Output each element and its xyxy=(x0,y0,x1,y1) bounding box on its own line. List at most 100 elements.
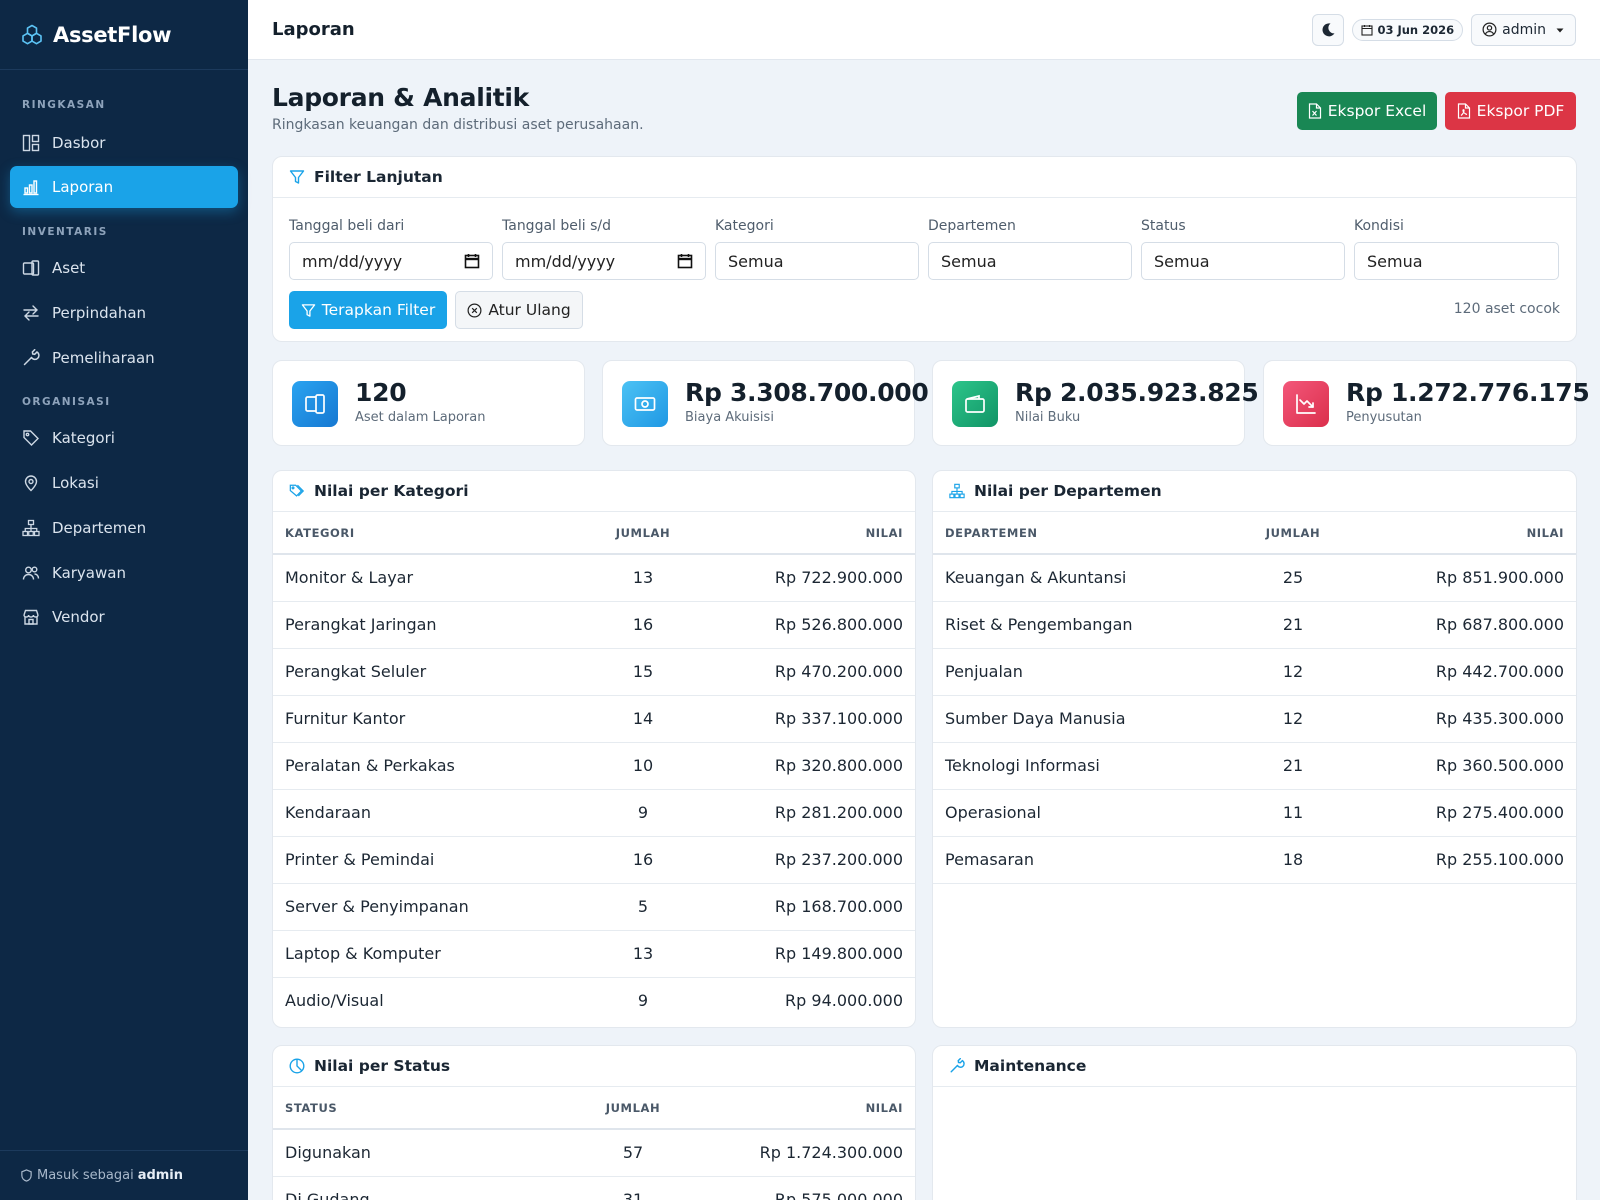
wrench-icon xyxy=(22,349,40,367)
maintenance-card: Maintenance xyxy=(932,1045,1577,1200)
page-title: Laporan & Analitik xyxy=(272,83,529,112)
cell-count: 25 xyxy=(1203,554,1383,602)
calendar-icon xyxy=(1361,24,1374,36)
devices-icon xyxy=(22,259,40,277)
export-excel-label: Ekspor Excel xyxy=(1327,102,1427,120)
status-card-header: Nilai per Status xyxy=(273,1046,915,1087)
stat-card-depreciation: Rp 1.272.776.175 Penyusutan xyxy=(1263,360,1590,446)
export-pdf-button[interactable]: Ekspor PDF xyxy=(1445,92,1576,130)
table-row: Server & Penyimpanan 5 Rp 168.700.000 xyxy=(273,883,915,931)
moon-icon xyxy=(1322,22,1335,36)
cell-category: Peralatan & Perkakas xyxy=(273,742,543,790)
cell-count: 16 xyxy=(543,601,743,649)
cell-value: Rp 1.724.300.000 xyxy=(723,1129,915,1177)
cell-department: Penjualan xyxy=(933,648,1203,696)
apply-filter-button[interactable]: Terapkan Filter xyxy=(289,291,447,329)
bar-chart-icon xyxy=(22,178,40,196)
cell-department: Operasional xyxy=(933,789,1203,837)
reset-filter-label: Atur Ulang xyxy=(488,301,571,319)
cell-value: Rp 94.000.000 xyxy=(785,991,903,1011)
wrench-icon xyxy=(949,1058,965,1074)
cell-count: 10 xyxy=(543,742,743,790)
cell-count: 5 xyxy=(543,883,743,931)
date-from-input[interactable]: mm/dd/yyyy xyxy=(289,242,493,280)
cell-count: 14 xyxy=(543,695,743,743)
filter-card-header: Filter Lanjutan xyxy=(273,157,1576,198)
stat-wallet-icon xyxy=(952,381,998,427)
sidebar-item-maintenance[interactable]: Pemeliharaan xyxy=(10,337,238,379)
cell-category: Furnitur Kantor xyxy=(273,695,543,743)
pie-chart-icon xyxy=(289,1058,305,1074)
file-pdf-icon xyxy=(1457,103,1470,119)
cell-category: Perangkat Jaringan xyxy=(273,601,543,649)
table-row: Monitor & Layar 13 Rp 722.900.000 xyxy=(273,554,915,602)
sidebar-item-label: Laporan xyxy=(52,178,114,196)
table-row: Furnitur Kantor 14 Rp 337.100.000 xyxy=(273,695,915,743)
sidebar: AssetFlow RINGKASAN Dasbor Laporan INVEN… xyxy=(0,0,248,1200)
column-header: JUMLAH xyxy=(543,1087,723,1130)
sidebar-item-label: Departemen xyxy=(52,519,147,537)
nav-section-inventory: INVENTARIS xyxy=(22,226,108,238)
category-select[interactable]: Semua xyxy=(715,242,919,280)
sidebar-item-transfers[interactable]: Perpindahan xyxy=(10,292,238,334)
cell-count: 31 xyxy=(543,1176,723,1200)
cell-value: Rp 275.400.000 xyxy=(1383,789,1576,837)
sidebar-item-employees[interactable]: Karyawan xyxy=(10,552,238,594)
cell-value: Rp 722.900.000 xyxy=(743,554,915,602)
cell-value: Rp 851.900.000 xyxy=(1383,554,1576,602)
cell-category: Kendaraan xyxy=(273,789,543,837)
stat-label: Nilai Buku xyxy=(1015,410,1081,425)
cell-category: Audio/Visual xyxy=(285,991,384,1011)
table-row: Teknologi Informasi 21 Rp 360.500.000 xyxy=(933,742,1576,790)
department-value-card: Nilai per Departemen DEPARTEMEN JUMLAH N… xyxy=(932,470,1577,1028)
theme-toggle-button[interactable] xyxy=(1312,13,1345,46)
cell-value: Rp 320.800.000 xyxy=(743,742,915,790)
sidebar-item-dashboard[interactable]: Dasbor xyxy=(10,122,238,164)
cell-category: Perangkat Seluler xyxy=(273,648,543,696)
tag-icon xyxy=(22,429,40,447)
file-excel-icon xyxy=(1308,103,1321,119)
reset-filter-button[interactable]: Atur Ulang xyxy=(455,291,583,329)
cell-department: Teknologi Informasi xyxy=(933,742,1203,790)
department-table: DEPARTEMEN JUMLAH NILAI Keuangan & Akunt… xyxy=(933,512,1576,884)
sidebar-item-reports[interactable]: Laporan xyxy=(10,166,238,208)
export-excel-button[interactable]: Ekspor Excel xyxy=(1297,92,1437,130)
cell-value: Rp 442.700.000 xyxy=(1383,648,1576,696)
cell-status: Di Gudang xyxy=(273,1176,543,1200)
cell-count: 9 xyxy=(543,789,743,837)
condition-select[interactable]: Semua xyxy=(1354,242,1559,280)
brand[interactable]: AssetFlow xyxy=(0,0,248,70)
cell-value: Rp 360.500.000 xyxy=(1383,742,1576,790)
date-to-input[interactable]: mm/dd/yyyy xyxy=(502,242,706,280)
sidebar-item-vendors[interactable]: Vendor xyxy=(10,596,238,638)
filter-label-date-from: Tanggal beli dari xyxy=(289,218,405,234)
sidebar-item-departments[interactable]: Departemen xyxy=(10,507,238,549)
sidebar-item-label: Dasbor xyxy=(52,134,106,152)
department-select[interactable]: Semua xyxy=(928,242,1132,280)
stat-value: Rp 2.035.923.825 xyxy=(1015,378,1259,407)
sidebar-item-categories[interactable]: Kategori xyxy=(10,417,238,459)
department-card-header: Nilai per Departemen xyxy=(933,471,1576,512)
table-row: Peralatan & Perkakas 10 Rp 320.800.000 xyxy=(273,742,915,790)
cell-department: Riset & Pengembangan xyxy=(933,601,1203,649)
org-chart-icon xyxy=(22,519,40,537)
sidebar-item-locations[interactable]: Lokasi xyxy=(10,462,238,504)
maintenance-card-title: Maintenance xyxy=(974,1057,1087,1075)
sidebar-item-label: Karyawan xyxy=(52,564,126,582)
stat-trend-down-icon xyxy=(1283,381,1329,427)
stat-devices-icon xyxy=(292,381,338,427)
user-menu-button[interactable]: admin xyxy=(1471,13,1576,46)
funnel-icon xyxy=(301,303,316,317)
department-select-value: Semua xyxy=(941,251,997,271)
category-table: KATEGORI JUMLAH NILAI Monitor & Layar 13 R… xyxy=(273,512,915,1024)
caret-down-icon xyxy=(1556,28,1564,32)
table-row: Perangkat Jaringan 16 Rp 526.800.000 xyxy=(273,601,915,649)
status-select-value: Semua xyxy=(1154,251,1210,271)
arrows-swap-icon xyxy=(22,304,40,322)
sidebar-item-assets[interactable]: Aset xyxy=(10,247,238,289)
cell-value: Rp 435.300.000 xyxy=(1383,695,1576,743)
sidebar-item-label: Lokasi xyxy=(52,474,99,492)
status-select[interactable]: Semua xyxy=(1141,242,1345,280)
table-row: Kendaraan 9 Rp 281.200.000 xyxy=(273,789,915,837)
tags-icon xyxy=(289,483,305,499)
